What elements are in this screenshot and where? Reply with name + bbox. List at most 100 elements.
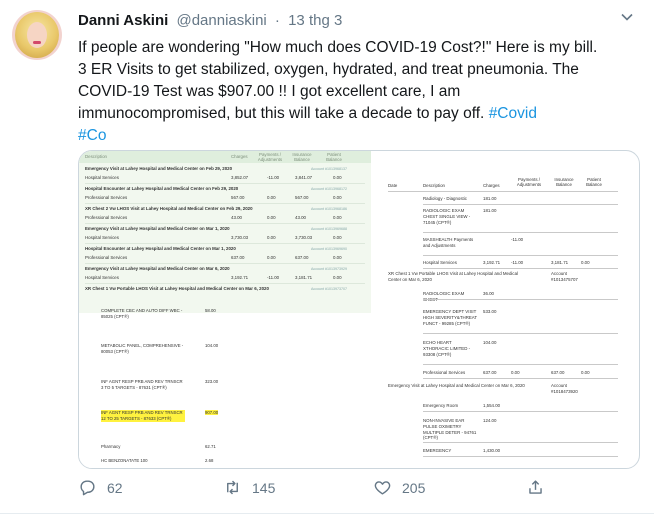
reply-button[interactable]: 62 — [78, 478, 123, 497]
r-col-payments: Payments / Adjustments — [516, 177, 542, 187]
tweet-text-line: #Co — [78, 125, 638, 147]
tweet-text-line: 3 ER Visits to get stabilized, oxygen, h… — [78, 61, 579, 78]
r-row-divider — [423, 232, 618, 233]
r-row-divider — [423, 299, 618, 300]
r-cell-insurance: 3,181.71 — [551, 260, 569, 265]
r-row-divider — [423, 204, 618, 205]
bill-section-title: Emergency Visit at Lahey Hospital and Me… — [85, 226, 230, 231]
like-count: 205 — [402, 479, 426, 496]
r-cell-charges: 36.00 — [483, 291, 494, 296]
bill-cell-label: Professional Services — [85, 255, 128, 260]
like-button[interactable]: 205 — [373, 478, 425, 497]
r-account-label: Account — [551, 383, 567, 388]
reply-icon — [80, 480, 95, 496]
bill-item-amount: 62.71 — [205, 444, 216, 449]
bill-cell-charges: 567.00 — [231, 195, 245, 200]
tweet-text: If people are wondering "How much does C… — [78, 37, 638, 147]
tweet-media[interactable]: Description Charges Payments / Adjustmen… — [78, 150, 640, 469]
r-cell-patient: 0.00 — [581, 370, 590, 375]
bill-section-title: XR Chest 1 Vw Portable LHOS Visit at Lah… — [85, 286, 269, 291]
r-cell-charges: 637.00 — [483, 370, 497, 375]
bill-account-number: Account #1013969688 — [311, 226, 347, 231]
bill-section-title: XR Chest 2 Vw LHOS Visit at Lahey Hospit… — [85, 206, 253, 211]
bill-row-divider — [85, 263, 365, 264]
r-account-number: #1018473920 — [551, 389, 578, 394]
bill-section-title: Emergency Visit at Lahey Hospital and Me… — [85, 166, 233, 171]
r-row-divider — [423, 378, 618, 379]
r-section-title: XR Chest 1 Vw Portable LHOS Visit at Lah… — [388, 271, 518, 282]
r-row-divider — [423, 268, 618, 269]
r-cell-desc: NON-INVASIVE EAR PULSE OXIMETRY MULTIPLE… — [423, 418, 477, 441]
r-row-divider — [423, 456, 618, 457]
display-name[interactable]: Danni Askini — [78, 12, 168, 29]
tweet-date[interactable]: 13 thg 3 — [288, 12, 342, 29]
tweet[interactable]: Danni Askini @danniaskini · 13 thg 3 If … — [0, 0, 654, 515]
bill-row-divider — [85, 183, 365, 184]
retweet-icon — [227, 480, 238, 495]
bill-cell-payments: 0.00 — [267, 235, 276, 240]
r-cell-charges: 124.00 — [483, 418, 497, 423]
r-account-label: Account — [551, 271, 567, 276]
r-row-divider — [423, 364, 618, 365]
col-patient: Patient Balance — [326, 152, 342, 162]
tweet-header: Danni Askini @danniaskini · 13 thg 3 — [78, 12, 342, 29]
bill-item-highlighted: INF AGNT RESP PRB AND REV TRNSCR 12 TO 2… — [101, 410, 185, 422]
r-cell-desc: Professional Services — [423, 370, 466, 375]
bill-row-divider — [85, 203, 365, 204]
bill-cell-patient: 0.00 — [333, 255, 342, 260]
separator: · — [274, 12, 280, 29]
bill-account-number: Account #1013968172 — [311, 186, 347, 191]
r-cell-charges: 181.00 — [483, 208, 497, 213]
r-cell-patient: 0.00 — [581, 260, 590, 265]
bill-cell-insurance: 3,730.03 — [295, 235, 313, 240]
r-header-divider — [388, 191, 618, 192]
r-cell-desc: Radiology - Diagnostic — [423, 196, 467, 201]
bill-section-row: Professional Services 43.00 0.00 43.00 0.00 — [85, 215, 365, 221]
bill-item-amount: 2.68 — [205, 458, 214, 463]
bill-item-amount: 104.00 — [205, 343, 219, 348]
bill-section-title: Hospital Encounter at Lahey Hospital and… — [85, 246, 236, 251]
bill-item: Pharmacy — [101, 444, 121, 449]
hashtag-covid[interactable]: #Covid — [489, 105, 537, 122]
bill-section-row: Professional Services 637.00 0.00 637.00 0.0… — [85, 255, 365, 261]
chevron-down-icon[interactable] — [620, 10, 634, 24]
handle[interactable]: @danniaskini — [176, 12, 266, 29]
r-cell-desc: RADIOLOGIC EXAM CHEST SINGLE VIEW - 7104… — [423, 208, 471, 225]
bill-section-row: Hospital Services 3,852.07 -11.00 3,841.07 0… — [85, 175, 365, 181]
divider — [0, 513, 654, 514]
bill-image-left[interactable]: Description Charges Payments / Adjustmen… — [79, 151, 371, 468]
r-col-description: Description — [423, 183, 445, 188]
bill-cell-patient: 0.00 — [333, 235, 342, 240]
r-cell-desc: Hospital Services — [423, 260, 457, 265]
bill-cell-charges: 3,852.07 — [231, 175, 249, 180]
hashtag-co[interactable]: #Co — [78, 127, 106, 144]
r-col-insurance: Insurance Balance — [554, 177, 574, 187]
bill-image-right[interactable]: Date Description Charges Payments / Adju… — [383, 163, 627, 468]
share-icon — [529, 480, 542, 494]
r-cell-insurance: 637.00 — [551, 370, 565, 375]
r-cell-desc: MASSHEALTH Payments and Adjustments — [423, 237, 474, 248]
bill-row-divider — [85, 223, 365, 224]
avatar[interactable] — [12, 10, 62, 60]
bill-cell-label: Hospital Services — [85, 235, 119, 240]
bill-cell-payments: -11.00 — [267, 175, 280, 180]
tweet-actions: 62 145 205 — [78, 478, 638, 500]
bill-section-title: Emergency Visit at Lahey Hospital and Me… — [85, 266, 230, 271]
r-cell-charges: 533.00 — [483, 309, 497, 314]
tweet-text-fragment: immunocompromised, but this will take a … — [78, 105, 485, 122]
bill-account-number: Account #1013973707 — [311, 286, 347, 291]
bill-item: INF AGNT RESP PRB AND REV TRNSCR 3 TO 5 … — [101, 379, 183, 390]
bill-cell-label: Professional Services — [85, 215, 128, 220]
bill-cell-payments: -11.00 — [267, 275, 280, 280]
heart-icon — [374, 481, 391, 495]
bill-section-row: Professional Services 567.00 0.00 567.00 0.0… — [85, 195, 365, 201]
bill-cell-charges: 3,192.71 — [231, 275, 249, 280]
bill-cell-patient: 0.00 — [333, 275, 342, 280]
r-section-title: Emergency Visit at Lahey Hospital and Me… — [388, 383, 525, 388]
share-button[interactable] — [526, 478, 555, 497]
retweet-button[interactable]: 145 — [223, 478, 275, 497]
bill-cell-charges: 3,730.03 — [231, 235, 249, 240]
bill-account-number: Account #1013969690 — [311, 246, 347, 251]
bill-item: COMPLETE CBC AND AUTO DIFF WBC - 85025 (… — [101, 308, 183, 319]
col-description: Description — [85, 154, 107, 159]
